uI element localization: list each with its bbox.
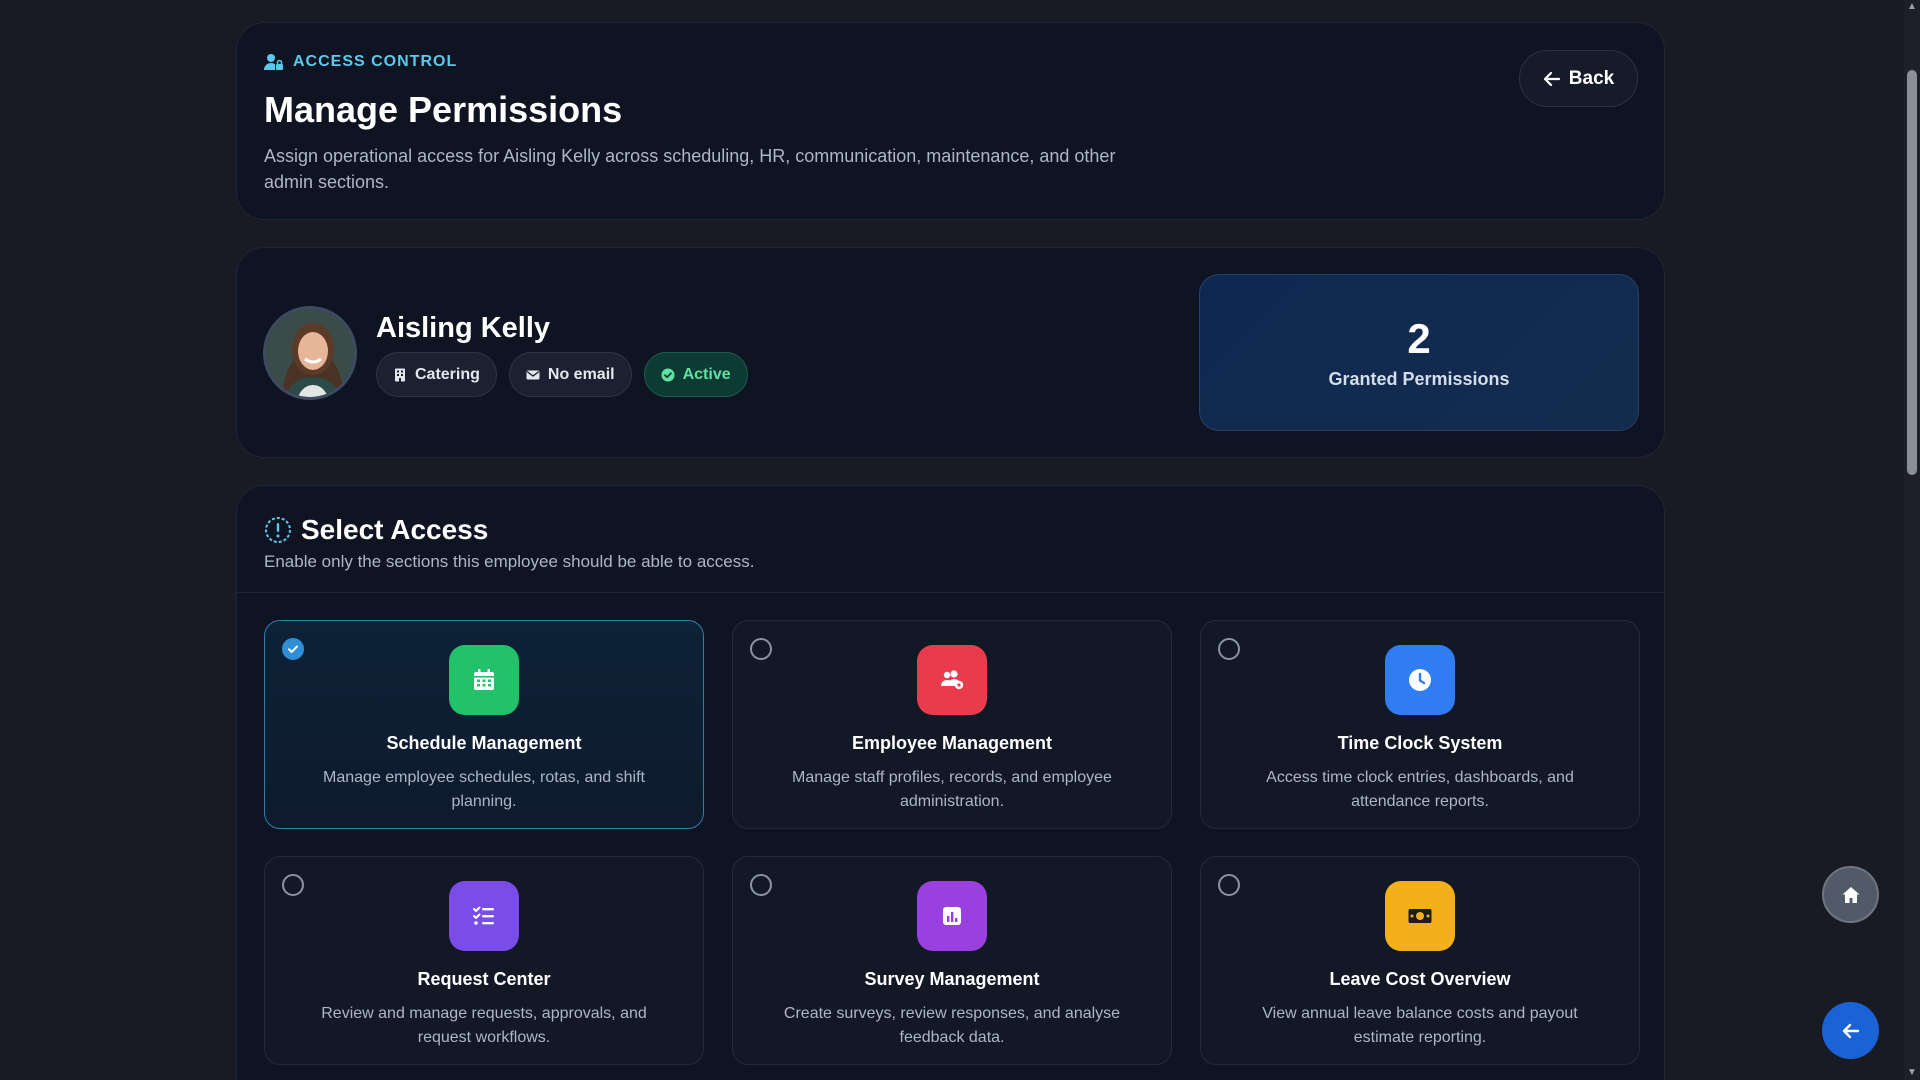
access-heading: Select Access bbox=[264, 514, 488, 546]
granted-count: 2 bbox=[1407, 315, 1431, 362]
avatar bbox=[263, 306, 357, 400]
permission-tile-time-clock-system[interactable]: Time Clock System Access time clock entr… bbox=[1200, 620, 1640, 829]
permission-title: Leave Cost Overview bbox=[1329, 969, 1511, 989]
eyebrow-label: ACCESS CONTROL bbox=[293, 53, 458, 70]
permission-title: Time Clock System bbox=[1337, 733, 1503, 753]
permission-title: Schedule Management bbox=[386, 733, 582, 753]
arrow-left-icon bbox=[1543, 71, 1560, 86]
permission-checkbox[interactable] bbox=[750, 874, 772, 896]
home-button[interactable] bbox=[1822, 866, 1879, 923]
page-header: ACCESS CONTROL Manage Permissions Assign… bbox=[236, 22, 1665, 220]
calendar-icon bbox=[449, 645, 519, 715]
permission-description: Review and manage requests, approvals, a… bbox=[321, 1005, 647, 1046]
select-access-card: Select Access Enable only the sections t… bbox=[236, 485, 1665, 1080]
users-cog-icon bbox=[917, 645, 987, 715]
clock-icon bbox=[1385, 645, 1455, 715]
money-bill-icon bbox=[1385, 881, 1455, 951]
scroll-thumb[interactable] bbox=[1907, 70, 1917, 475]
permission-checkbox[interactable] bbox=[1218, 874, 1240, 896]
scroll-down-arrow[interactable]: ▼ bbox=[1907, 1068, 1917, 1078]
back-button-label: Back bbox=[1568, 67, 1615, 89]
granted-permissions-stat: 2 Granted Permissions bbox=[1199, 274, 1639, 431]
permission-description: Manage employee schedules, rotas, and sh… bbox=[323, 769, 645, 810]
permission-title: Request Center bbox=[417, 969, 551, 989]
eyebrow: ACCESS CONTROL bbox=[264, 53, 457, 71]
permission-description: Access time clock entries, dashboards, a… bbox=[1266, 769, 1574, 810]
arrow-left-icon bbox=[1842, 1023, 1859, 1038]
permission-description: Manage staff profiles, records, and empl… bbox=[792, 769, 1112, 810]
chart-bar-icon bbox=[917, 881, 987, 951]
status-badge: Active bbox=[643, 352, 748, 397]
permission-checkbox[interactable] bbox=[750, 638, 772, 660]
employee-profile-card: Aisling Kelly Catering No email Active 2… bbox=[236, 247, 1665, 458]
access-title: Select Access bbox=[301, 514, 489, 545]
page-title: Manage Permissions bbox=[264, 89, 623, 130]
list-check-icon bbox=[449, 881, 519, 951]
avatar-image bbox=[266, 309, 354, 397]
user-lock-icon bbox=[264, 54, 283, 70]
permission-title: Employee Management bbox=[851, 733, 1053, 753]
department-chip: Catering bbox=[376, 352, 497, 397]
page-scrollbar[interactable]: ▲ ▼ bbox=[1904, 0, 1920, 1080]
permission-tile-request-center[interactable]: Request Center Review and manage request… bbox=[264, 856, 704, 1065]
home-icon bbox=[1842, 886, 1859, 903]
granted-label: Granted Permissions bbox=[1328, 369, 1510, 389]
profile-chips: Catering No email Active bbox=[376, 352, 748, 397]
envelope-icon bbox=[526, 370, 540, 379]
floating-back-button[interactable] bbox=[1822, 1002, 1879, 1059]
permission-checkbox[interactable] bbox=[282, 874, 304, 896]
permission-title: Survey Management bbox=[864, 969, 1040, 989]
employee-name: Aisling Kelly bbox=[376, 312, 551, 344]
permission-checkbox[interactable] bbox=[282, 638, 304, 660]
access-subtitle: Enable only the sections this employee s… bbox=[264, 552, 755, 571]
permission-description: Create surveys, review responses, and an… bbox=[783, 1005, 1121, 1046]
permission-tile-survey-management[interactable]: Survey Management Create surveys, review… bbox=[732, 856, 1172, 1065]
department-label: Catering bbox=[415, 365, 480, 383]
page-subtitle: Assign operational access for Aisling Ke… bbox=[264, 146, 1116, 192]
scroll-up-arrow[interactable]: ▲ bbox=[1907, 2, 1917, 12]
permission-tile-schedule-management[interactable]: Schedule Management Manage employee sche… bbox=[264, 620, 704, 829]
divider bbox=[237, 592, 1664, 593]
check-icon bbox=[288, 645, 298, 653]
info-circle-icon bbox=[265, 517, 291, 543]
email-label: No email bbox=[547, 365, 615, 383]
page: ACCESS CONTROL Manage Permissions Assign… bbox=[0, 0, 1920, 1080]
check-circle-icon bbox=[661, 368, 675, 381]
status-label: Active bbox=[682, 365, 731, 383]
permission-tile-leave-cost-overview[interactable]: Leave Cost Overview View annual leave ba… bbox=[1200, 856, 1640, 1065]
permission-checkbox[interactable] bbox=[1218, 638, 1240, 660]
back-button[interactable]: Back bbox=[1519, 50, 1638, 107]
building-icon bbox=[395, 368, 405, 381]
permission-description: View annual leave balance costs and payo… bbox=[1262, 1005, 1578, 1046]
permission-tile-employee-management[interactable]: Employee Management Manage staff profile… bbox=[732, 620, 1172, 829]
email-chip: No email bbox=[508, 352, 632, 397]
permission-grid: Schedule Management Manage employee sche… bbox=[264, 620, 1640, 1065]
